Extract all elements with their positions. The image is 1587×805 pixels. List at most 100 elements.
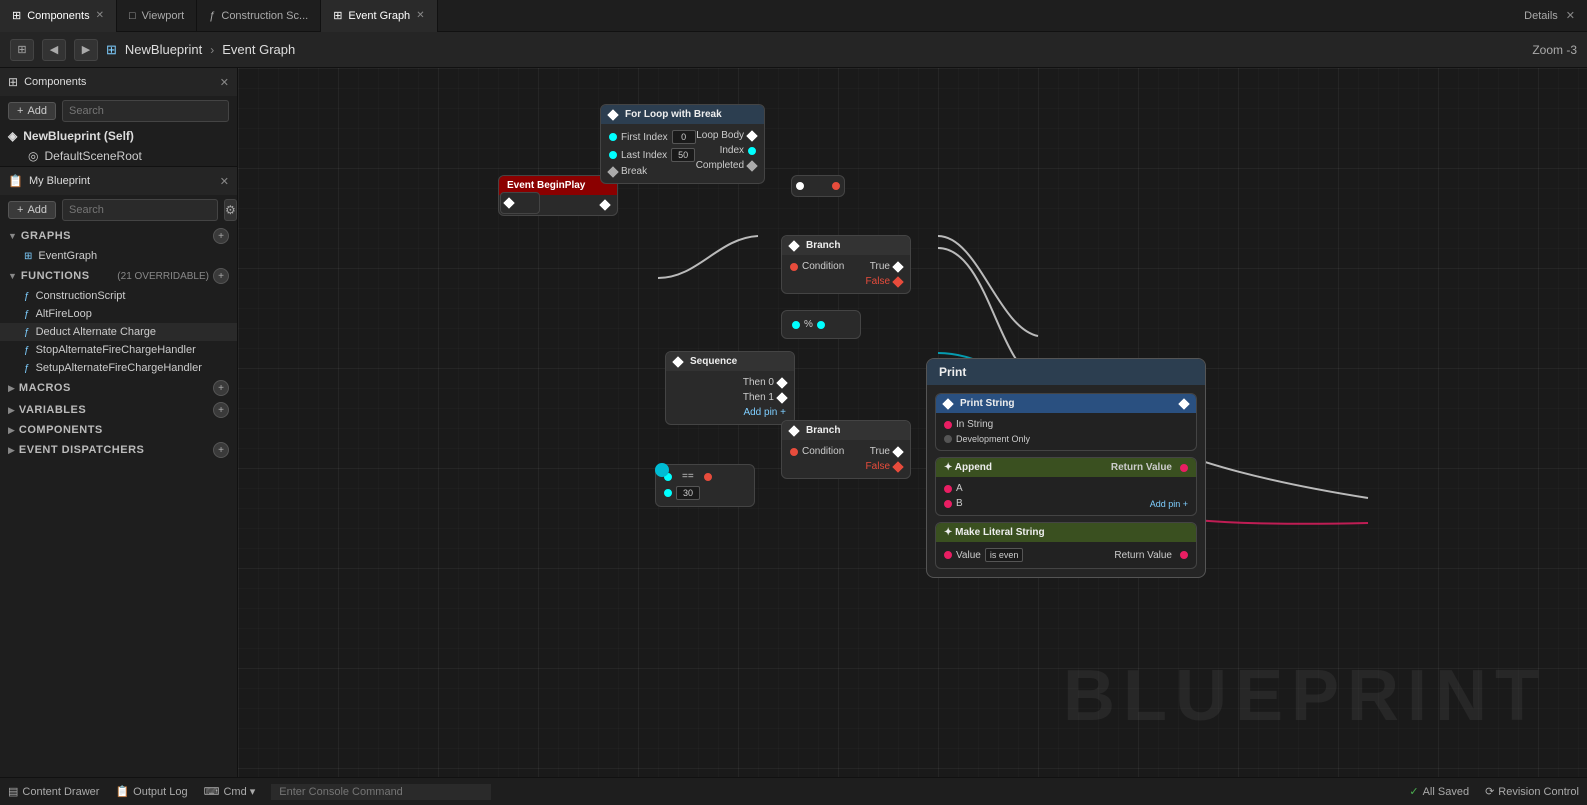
functions-section-header[interactable]: ▼ FUNCTIONS (21 OVERRIDABLE) + (0, 265, 237, 287)
red-dot-1[interactable] (796, 182, 804, 190)
macros-section-header[interactable]: ▶ MACROS + (0, 377, 237, 399)
details-panel-close[interactable]: ✕ (1566, 9, 1575, 22)
addpin-label2[interactable]: Add pin + (1150, 499, 1188, 509)
variables-section-header[interactable]: ▶ VARIABLES + (0, 399, 237, 421)
variables-add-btn[interactable]: + (213, 402, 229, 418)
last-index-pin[interactable] (609, 151, 617, 159)
value-text[interactable]: is even (985, 548, 1024, 562)
forloop-exec-in[interactable] (607, 109, 618, 120)
mls-out[interactable] (1180, 551, 1188, 559)
ps-exec-in[interactable] (942, 398, 953, 409)
percent-in-pin[interactable] (792, 321, 800, 329)
red-dot-2[interactable] (832, 182, 840, 190)
my-blueprint-add-button[interactable]: + Add (8, 201, 56, 219)
connector-node1[interactable] (655, 463, 669, 477)
content-drawer-btn[interactable]: ▤ Content Drawer (8, 785, 99, 798)
ps-exec-out[interactable] (1178, 398, 1189, 409)
my-blueprint-settings[interactable]: ⚙ (224, 199, 237, 221)
alt-fire-loop-item[interactable]: ƒ AltFireLoop (0, 305, 237, 323)
components-list-header[interactable]: ▶ Components (0, 421, 237, 439)
branch1-true-pin[interactable] (892, 261, 903, 272)
first-index-value[interactable]: 0 (672, 130, 696, 144)
tab-construction[interactable]: ƒ Construction Sc... (197, 0, 321, 32)
small-exec-pin[interactable] (503, 197, 514, 208)
branch1-exec-in[interactable] (788, 240, 799, 251)
breadcrumb-graph[interactable]: Event Graph (222, 42, 295, 57)
graphs-add-btn[interactable]: + (213, 228, 229, 244)
in-string-pin[interactable] (944, 421, 952, 429)
deduct-alt-charge-item[interactable]: ƒ Deduct Alternate Charge (0, 323, 237, 341)
exec-out-pin[interactable] (599, 199, 610, 210)
eventgraph-item[interactable]: ⊞ EventGraph (0, 247, 237, 265)
append-a-pin[interactable] (944, 485, 952, 493)
tab-viewport[interactable]: □ Viewport (117, 0, 197, 32)
stop-alt-fire-item[interactable]: ƒ StopAlternateFireChargeHandler (0, 341, 237, 359)
then0-pin[interactable] (776, 377, 787, 388)
branch2-false-pin[interactable] (892, 461, 903, 472)
eventgraph-tab-close[interactable]: ✕ (416, 10, 424, 21)
break-exec-pin[interactable] (607, 166, 618, 177)
console-input[interactable] (271, 784, 491, 800)
last-index-value[interactable]: 50 (671, 148, 695, 162)
equality-node[interactable]: == 30 (655, 464, 755, 507)
branch1-false-pin[interactable] (892, 276, 903, 287)
branch2-true-pin[interactable] (892, 446, 903, 457)
graphs-section-header[interactable]: ▼ GRAPHS + (0, 225, 237, 247)
graph-canvas[interactable]: Event BeginPlay For Loop with Break (238, 68, 1587, 777)
percent-node[interactable]: % (781, 310, 861, 339)
construction-script-item[interactable]: ƒ ConstructionScript (0, 287, 237, 305)
loop-body-pin[interactable] (746, 130, 757, 141)
append-node[interactable]: ✦ Append Return Value A B Add pin + (935, 457, 1197, 516)
red-dot-node[interactable] (791, 175, 845, 197)
sequence-node[interactable]: Sequence Then 0 Then 1 Add pin + (665, 351, 795, 425)
components-search-input[interactable] (62, 100, 229, 122)
for-loop-node[interactable]: For Loop with Break First Index 0 Last I… (600, 104, 765, 184)
nav-forward-btn[interactable]: ▶ (74, 39, 98, 61)
branch2-exec-in[interactable] (788, 425, 799, 436)
nav-back-btn[interactable]: ◀ (42, 39, 66, 61)
print-string-node[interactable]: Print String In String Development Only (935, 393, 1197, 451)
components-tab-close[interactable]: ✕ (96, 10, 104, 21)
branch1-cond-row: Condition (790, 259, 844, 274)
event-dispatchers-header[interactable]: ▶ EVENT DISPATCHERS + (0, 439, 237, 461)
first-index-pin[interactable] (609, 133, 617, 141)
print-title: Print (939, 365, 966, 379)
eq-out[interactable] (704, 473, 712, 481)
branch2-cond-pin[interactable] (790, 448, 798, 456)
addpin-label: Add pin + (743, 407, 786, 418)
nav-grid-btn[interactable]: ⊞ (10, 39, 34, 61)
macros-add-btn[interactable]: + (213, 380, 229, 396)
append-b-pin[interactable] (944, 500, 952, 508)
tab-eventgraph[interactable]: ⊞ Event Graph ✕ (321, 0, 437, 32)
event-dispatchers-add-btn[interactable]: + (213, 442, 229, 458)
eq-in2[interactable] (664, 489, 672, 497)
tree-item-defaultsceneroot[interactable]: ◎ DefaultSceneRoot (0, 146, 237, 166)
eq-value[interactable]: 30 (676, 486, 700, 500)
make-literal-node[interactable]: ✦ Make Literal String Value is even Retu… (935, 522, 1197, 569)
append-out[interactable] (1180, 464, 1188, 472)
tree-item-newblueprint[interactable]: ◈ NewBlueprint (Self) (0, 126, 237, 146)
dev-only-pin[interactable] (944, 435, 952, 443)
branch1-node[interactable]: Branch Condition True (781, 235, 911, 294)
completed-pin[interactable] (746, 160, 757, 171)
sequence-exec-in[interactable] (672, 356, 683, 367)
branch1-cond-pin[interactable] (790, 263, 798, 271)
setup-alt-fire-item[interactable]: ƒ SetupAlternateFireChargeHandler (0, 359, 237, 377)
small-exec-node[interactable] (500, 192, 540, 214)
index-out-pin[interactable] (748, 147, 756, 155)
branch2-node[interactable]: Branch Condition True (781, 420, 911, 479)
tab-components[interactable]: ⊞ Components ✕ (0, 0, 117, 32)
cmd-btn[interactable]: ⌨ Cmd ▾ (204, 785, 256, 798)
components-add-button[interactable]: + Add (8, 102, 56, 120)
functions-add-btn[interactable]: + (213, 268, 229, 284)
revision-control-btn[interactable]: ⟳ Revision Control (1485, 785, 1579, 798)
output-log-btn[interactable]: 📋 Output Log (115, 785, 187, 798)
my-blueprint-close[interactable]: ✕ (220, 175, 229, 188)
breadcrumb-blueprint[interactable]: NewBlueprint (125, 42, 202, 57)
my-blueprint-search-input[interactable] (62, 199, 218, 221)
then1-pin[interactable] (776, 392, 787, 403)
value-pin[interactable] (944, 551, 952, 559)
components-panel-close[interactable]: ✕ (220, 76, 229, 89)
print-node[interactable]: Print Print String In String (926, 358, 1206, 578)
percent-out-pin[interactable] (817, 321, 825, 329)
